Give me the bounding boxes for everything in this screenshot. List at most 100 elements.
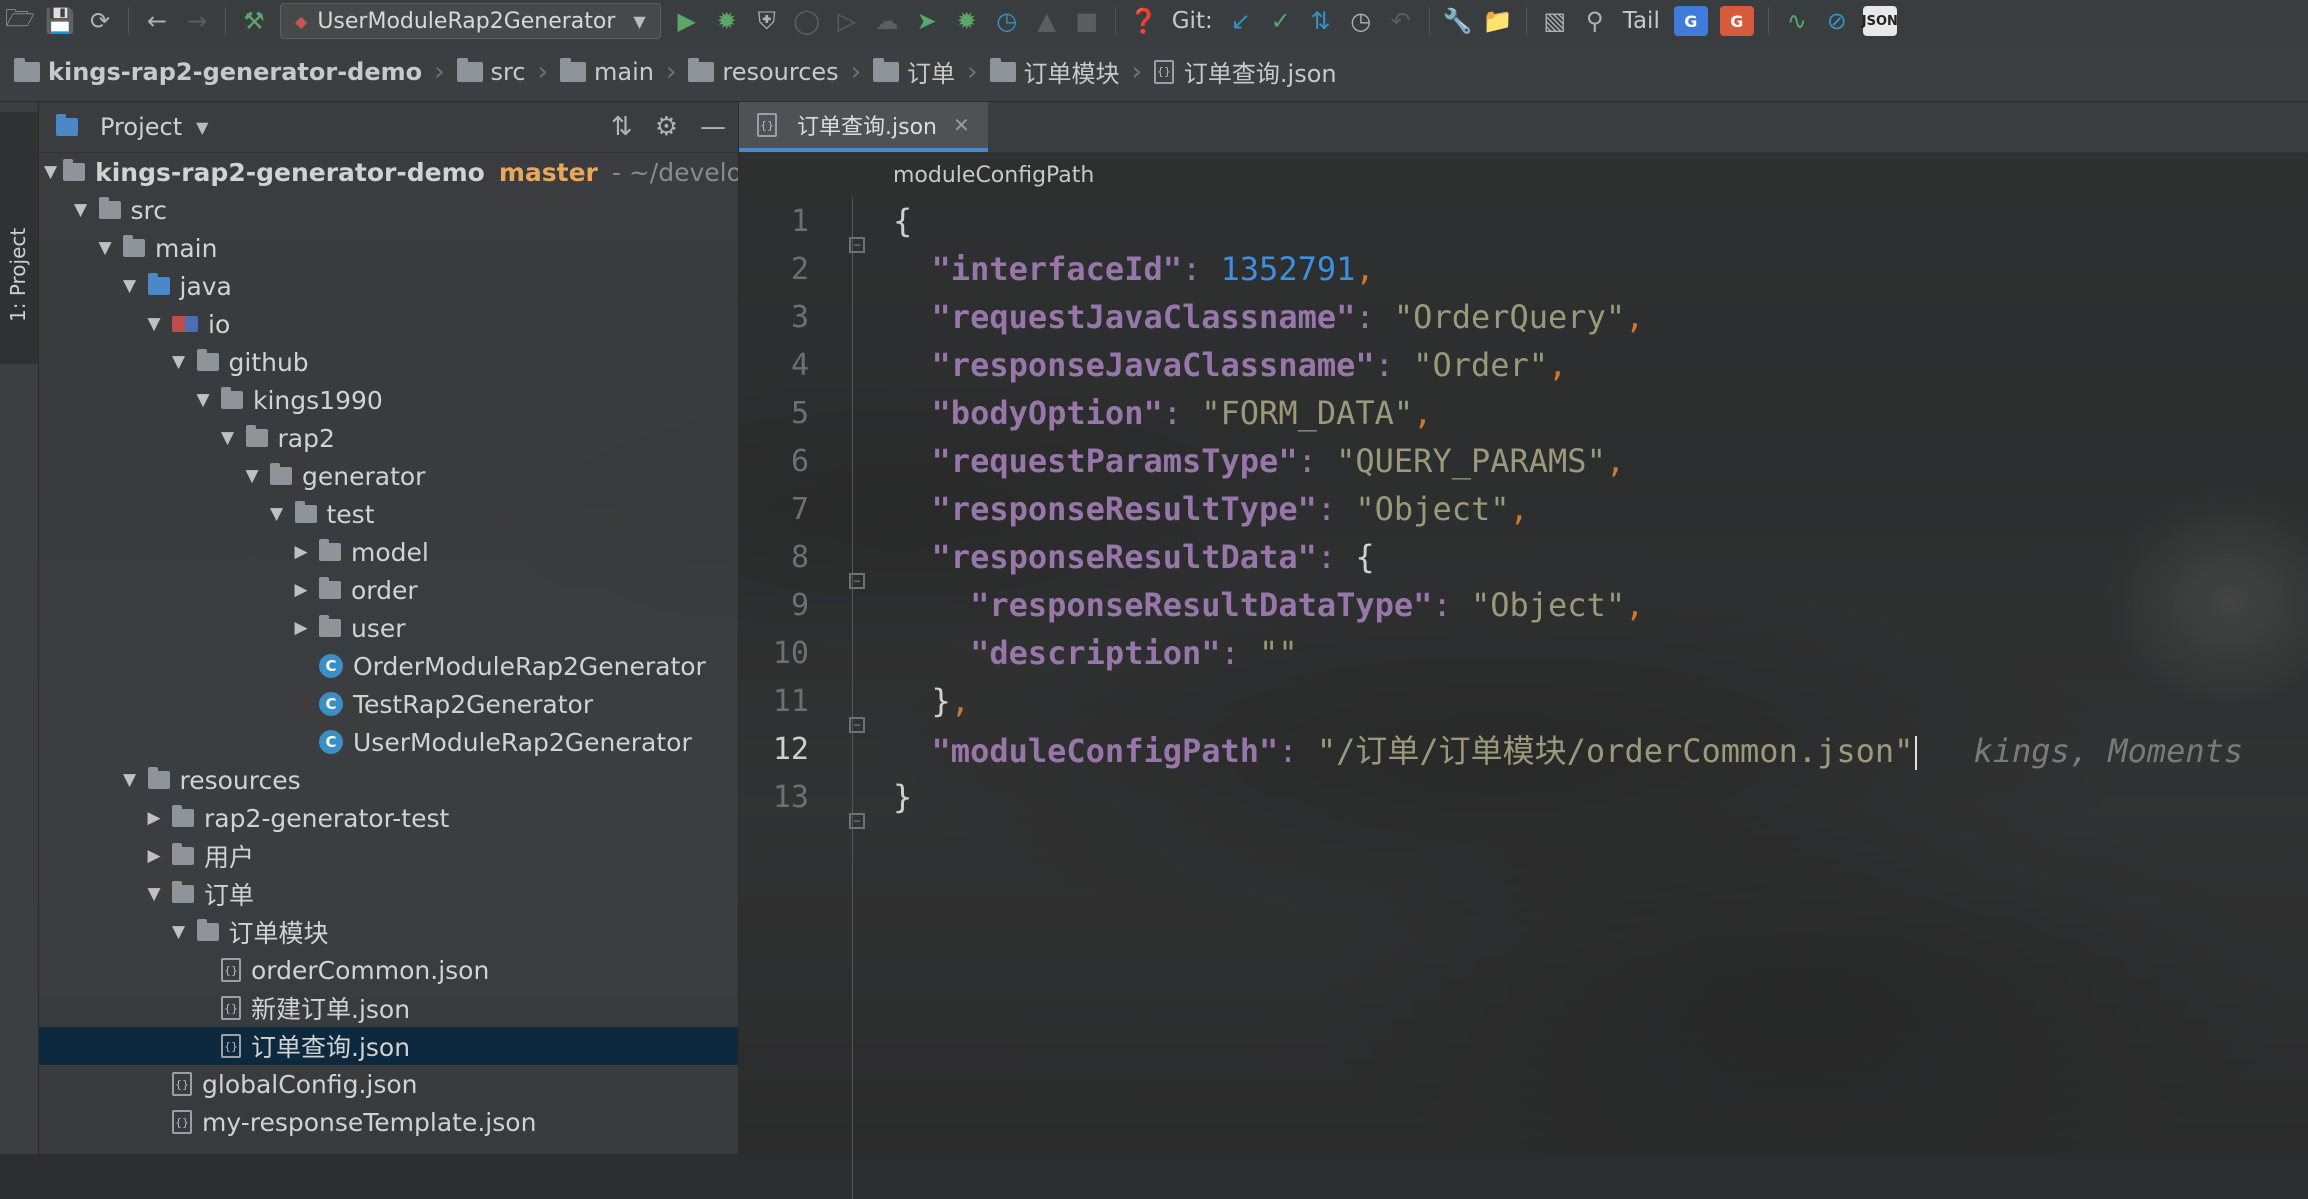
tree-item[interactable]: ▶COrderModuleRap2Generator <box>38 647 738 685</box>
tree-item[interactable]: ▶ rap2-generator-test <box>38 799 738 837</box>
tree-item[interactable]: ▶CUserModuleRap2Generator <box>38 723 738 761</box>
expand-arrow-icon[interactable]: ▼ <box>44 162 57 182</box>
breadcrumb-item[interactable]: src <box>456 57 526 86</box>
collapse-arrow-icon[interactable]: ▼ <box>118 770 142 790</box>
help-icon[interactable]: ❓ <box>1127 4 1161 38</box>
git-update-icon[interactable]: ↙ <box>1224 4 1258 38</box>
debug-bug-icon[interactable]: ✹ <box>710 4 744 38</box>
tree-item[interactable]: ▼ src <box>38 191 738 229</box>
breadcrumb-item[interactable]: kings-rap2-generator-demo <box>14 57 422 86</box>
settings-wrench-icon[interactable]: 🔧 <box>1441 4 1475 38</box>
collapse-arrow-icon[interactable]: ▼ <box>265 504 289 524</box>
project-panel-title[interactable]: Project <box>100 113 182 141</box>
tree-item[interactable]: ▼ test <box>38 495 738 533</box>
tree-item[interactable]: ▼ 订单模块 <box>38 913 738 951</box>
open-folder-icon[interactable]: 🗁 <box>3 4 37 38</box>
tree-item[interactable]: ▼ generator <box>38 457 738 495</box>
back-arrow-icon[interactable]: ← <box>140 4 174 38</box>
breadcrumb-item[interactable]: main <box>560 57 654 86</box>
statistic-icon[interactable]: ∿ <box>1780 4 1814 38</box>
tree-item[interactable]: ▼ 订单 <box>38 875 738 913</box>
code-line[interactable]: 6 "requestParamsType": "QUERY_PARAMS", <box>739 437 2308 485</box>
expand-arrow-icon[interactable]: ▶ <box>289 580 313 600</box>
tree-item[interactable]: ▼ io <box>38 305 738 343</box>
json-badge[interactable]: JSON <box>1862 6 1898 36</box>
tree-item[interactable]: ▼ resources <box>38 761 738 799</box>
git-history-icon[interactable]: ◷ <box>1344 4 1378 38</box>
git-compare-icon[interactable]: ⇅ <box>1304 4 1338 38</box>
chevron-down-icon[interactable]: ▼ <box>196 118 208 137</box>
breadcrumb-item[interactable]: 订单 <box>873 54 955 89</box>
tree-item[interactable]: ▶ model <box>38 533 738 571</box>
expand-arrow-icon[interactable]: ▶ <box>142 846 166 866</box>
attach-icon[interactable]: ▷ <box>830 4 864 38</box>
collapse-arrow-icon[interactable]: ▼ <box>167 352 191 372</box>
code-line[interactable]: 5 "bodyOption": "FORM_DATA", <box>739 389 2308 437</box>
tree-item[interactable]: ▶{}订单查询.json <box>38 1027 738 1065</box>
tree-item[interactable]: ▼ rap2 <box>38 419 738 457</box>
breadcrumb-item[interactable]: resources <box>688 57 839 86</box>
tree-item[interactable]: ▼ kings1990 <box>38 381 738 419</box>
stop-icon[interactable]: ■ <box>1070 4 1104 38</box>
collapse-arrow-icon[interactable]: ▼ <box>69 200 93 220</box>
code-line[interactable]: 4 "responseJavaClassname": "Order", <box>739 341 2308 389</box>
structure-breadcrumb[interactable]: moduleConfigPath <box>739 153 2308 197</box>
breadcrumb-item[interactable]: {} 订单查询.json <box>1153 54 1337 89</box>
collapse-arrow-icon[interactable]: ▼ <box>216 428 240 448</box>
no-entry-icon[interactable]: ⊘ <box>1820 4 1854 38</box>
collapse-arrow-icon[interactable]: ▼ <box>93 238 117 258</box>
code-line[interactable]: 3 "requestJavaClassname": "OrderQuery", <box>739 293 2308 341</box>
project-tool-tab[interactable]: 1: Project <box>0 112 38 364</box>
tree-item[interactable]: ▶ user <box>38 609 738 647</box>
editor-tab-active[interactable]: {} 订单查询.json ✕ <box>739 102 988 152</box>
forward-arrow-icon[interactable]: → <box>180 4 214 38</box>
code-line[interactable]: 12 "moduleConfigPath": "/订单/订单模块/orderCo… <box>739 725 2308 773</box>
expand-arrow-icon[interactable]: ▶ <box>289 618 313 638</box>
collapse-all-icon[interactable]: ⇅ <box>611 112 633 142</box>
tree-item[interactable]: ▶CTestRap2Generator <box>38 685 738 723</box>
git-commit-icon[interactable]: ✓ <box>1264 4 1298 38</box>
git-rollback-icon[interactable]: ↶ <box>1384 4 1418 38</box>
code-line[interactable]: 7 "responseResultType": "Object", <box>739 485 2308 533</box>
tree-item[interactable]: ▶{}my-responseTemplate.json <box>38 1103 738 1141</box>
translate-icon[interactable]: G <box>1673 6 1708 36</box>
sync-icon[interactable]: ⟳ <box>83 4 117 38</box>
tree-item[interactable]: ▶{}新建订单.json <box>38 989 738 1027</box>
tree-item[interactable]: ▶ order <box>38 571 738 609</box>
close-icon[interactable]: ✕ <box>953 113 970 137</box>
build-hammer-icon[interactable]: ⚒ <box>237 4 271 38</box>
code-line[interactable]: 11− }, <box>739 677 2308 733</box>
run-icon[interactable]: ▶ <box>670 4 704 38</box>
expand-arrow-icon[interactable]: ▶ <box>289 542 313 562</box>
save-icon[interactable]: 💾 <box>43 4 77 38</box>
breadcrumb-item[interactable]: 订单模块 <box>989 54 1120 89</box>
code-line[interactable]: 1−{ <box>739 197 2308 253</box>
stop-build-icon[interactable]: ▲ <box>1030 4 1064 38</box>
dashboard-icon[interactable]: ◷ <box>990 4 1024 38</box>
code-line[interactable]: 8− "responseResultData": { <box>739 533 2308 589</box>
tree-item[interactable]: ▼ java <box>38 267 738 305</box>
jrebel-run-icon[interactable]: ➤ <box>910 4 944 38</box>
collapse-arrow-icon[interactable]: ▼ <box>118 276 142 296</box>
tree-item[interactable]: ▶{}globalConfig.json <box>38 1065 738 1103</box>
code-line[interactable]: 13 −} <box>739 773 2308 829</box>
code-line[interactable]: 2 "interfaceId": 1352791, <box>739 245 2308 293</box>
tree-root[interactable]: ▼ kings-rap2-generator-demo master - ~/d… <box>38 153 738 191</box>
code-line[interactable]: 10 "description": "" <box>739 629 2308 677</box>
code-line[interactable]: 9 "responseResultDataType": "Object", <box>739 581 2308 629</box>
run-configuration-select[interactable]: ◆ UserModuleRap2Generator ▼ <box>280 3 661 39</box>
fold-toggle-icon[interactable]: − <box>849 813 865 829</box>
tree-item[interactable]: ▶{}orderCommon.json <box>38 951 738 989</box>
tree-item[interactable]: ▼ main <box>38 229 738 267</box>
code-text-area[interactable]: 1−{2 "interfaceId": 1352791, 3 "requestJa… <box>739 197 2308 1199</box>
project-structure-icon[interactable]: 📁 <box>1481 4 1515 38</box>
minimize-icon[interactable]: — <box>700 112 726 142</box>
collapse-arrow-icon[interactable]: ▼ <box>191 390 215 410</box>
collapse-arrow-icon[interactable]: ▼ <box>167 922 191 942</box>
gear-icon[interactable]: ⚙ <box>655 112 678 142</box>
terminal-icon[interactable]: ▧ <box>1538 4 1572 38</box>
collapse-arrow-icon[interactable]: ▼ <box>142 314 166 334</box>
tree-item[interactable]: ▶ 用户 <box>38 837 738 875</box>
concurrency-icon[interactable]: ☁ <box>870 4 904 38</box>
search-icon[interactable]: ⚲ <box>1578 4 1612 38</box>
